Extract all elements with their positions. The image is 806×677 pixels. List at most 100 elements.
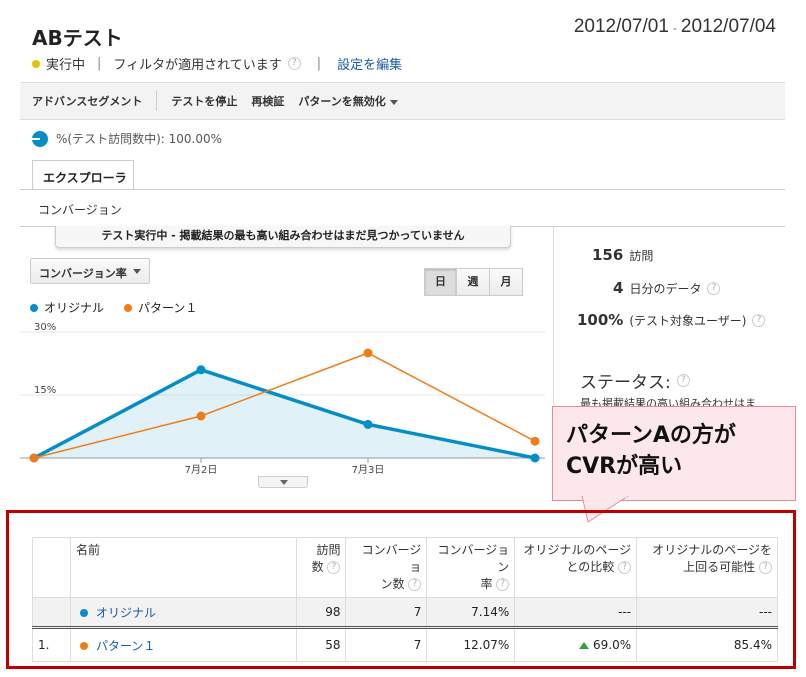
- col-compare-label-1: オリジナルのページ: [523, 543, 632, 557]
- metric-select[interactable]: コンバージョン率: [30, 258, 150, 284]
- col-visits[interactable]: 訪問数 ?: [295, 537, 347, 598]
- date-range[interactable]: 2012/07/01-2012/07/04: [574, 16, 776, 38]
- status-separator-2: |: [316, 56, 322, 71]
- col-conv-rate-label-2: 率: [480, 577, 493, 591]
- chevron-down-icon: [389, 99, 398, 105]
- stat-coverage-label: (テスト対象ユーザー): [629, 313, 747, 328]
- test-status-line: 実行中 | フィルタが適用されています ? | 設定を編集: [32, 54, 402, 73]
- data-point: [29, 453, 39, 463]
- status-heading: ステータス: ?: [580, 368, 690, 393]
- conversion-section-label[interactable]: コンバージョン: [38, 201, 122, 218]
- x-tick-label: 7月2日: [185, 464, 218, 476]
- filter-notice: フィルタが適用されています: [113, 58, 282, 73]
- row-visits: 58: [295, 626, 347, 662]
- period-month-button[interactable]: 月: [489, 268, 523, 296]
- row-conversions: 7: [345, 626, 428, 662]
- date-start: 2012/07/01: [573, 16, 669, 37]
- col-compare[interactable]: オリジナルのページとの比較 ?: [514, 537, 638, 598]
- data-point: [363, 348, 373, 358]
- original-link[interactable]: オリジナル: [96, 606, 156, 620]
- row-compare: 69.0%: [514, 626, 638, 662]
- pattern1-marker: [79, 641, 88, 650]
- help-icon[interactable]: ?: [752, 313, 766, 327]
- period-week-button[interactable]: 週: [456, 268, 490, 296]
- col-name[interactable]: 名前: [69, 537, 297, 598]
- stop-test-button[interactable]: テストを停止: [171, 93, 237, 109]
- col-conv-rate-label-1: コンバージョン: [437, 543, 510, 574]
- legend-pattern1-label[interactable]: パターン１: [138, 299, 197, 316]
- status-heading-text: ステータス:: [580, 373, 671, 393]
- chart-collapse-toggle[interactable]: [258, 476, 308, 488]
- tab-divider: [20, 189, 785, 190]
- tab-explorer[interactable]: エクスプローラ: [32, 160, 134, 190]
- status-separator: |: [97, 56, 102, 71]
- toolbar-divider: [156, 91, 158, 111]
- revalidate-button[interactable]: 再検証: [251, 93, 284, 109]
- row-probability: ---: [636, 597, 778, 628]
- advanced-segments-button[interactable]: アドバンスセグメント: [32, 93, 142, 109]
- help-icon[interactable]: ?: [759, 561, 772, 574]
- help-icon[interactable]: ?: [327, 561, 341, 574]
- col-visits-label-1: 訪問: [316, 543, 341, 557]
- pattern1-link[interactable]: パターン１: [96, 639, 155, 653]
- col-compare-label-2: との比較: [566, 560, 615, 574]
- visits-share-text: %(テスト訪問数中): 100.00%: [56, 132, 223, 146]
- stat-days: 4 日分のデータ ?: [613, 279, 721, 297]
- y-tick-label: 30%: [34, 322, 56, 333]
- chevron-down-icon: [133, 269, 141, 274]
- row-index: 1.: [32, 626, 71, 662]
- row-index: [32, 597, 71, 628]
- row-conversions: 7: [345, 597, 428, 628]
- col-probability-label-1: オリジナルのページを: [652, 543, 772, 557]
- status-dot-icon: [32, 59, 40, 68]
- row-conv-rate: 7.14%: [426, 597, 516, 628]
- col-conv-rate[interactable]: コンバージョン率 ?: [426, 537, 516, 598]
- test-status: 実行中: [46, 58, 86, 73]
- col-index: [32, 537, 71, 598]
- col-conversions[interactable]: コンバージョン数 ?: [345, 537, 428, 598]
- stat-days-value: 4: [613, 279, 624, 297]
- help-icon[interactable]: ?: [676, 374, 690, 387]
- col-conversions-label-2: ン数: [380, 577, 405, 591]
- page-title: ABテスト: [32, 26, 123, 50]
- visits-share: %(テスト訪問数中): 100.00%: [32, 130, 222, 147]
- row-name: オリジナル: [69, 597, 297, 628]
- table-row-original: オリジナル 98 7 7.14% --- ---: [32, 597, 778, 628]
- disable-pattern-label: パターンを無効化: [298, 95, 386, 108]
- annotation-text: パターンAの方が CVRが高い: [566, 420, 736, 482]
- series-area-0: [34, 369, 535, 458]
- disable-pattern-dropdown[interactable]: パターンを無効化: [298, 93, 398, 109]
- data-point: [196, 365, 206, 375]
- col-probability[interactable]: オリジナルのページを 上回る可能性 ?: [636, 537, 778, 598]
- data-point: [363, 419, 373, 429]
- col-visits-label-2: 数: [311, 560, 324, 574]
- edit-settings-link[interactable]: 設定を編集: [337, 54, 402, 73]
- row-name: パターン１: [69, 626, 297, 662]
- row-conv-rate: 12.07%: [426, 626, 516, 662]
- annotation-line-2: CVRが高い: [566, 454, 683, 479]
- stat-coverage: 100% (テスト対象ユーザー) ?: [577, 311, 766, 329]
- help-icon[interactable]: ?: [618, 561, 632, 574]
- data-point: [530, 453, 540, 463]
- col-conversions-label-1: コンバージョ: [361, 543, 422, 574]
- row-probability: 85.4%: [636, 626, 778, 662]
- stat-visits-value: 156: [592, 246, 624, 264]
- help-icon[interactable]: ?: [287, 57, 301, 70]
- table-row-pattern1: 1. パターン１ 58 7 12.07% 69.0% 85.4%: [32, 626, 778, 662]
- date-separator: -: [672, 21, 677, 35]
- help-icon[interactable]: ?: [707, 281, 721, 295]
- row-visits: 98: [295, 597, 347, 628]
- legend-original-marker: [30, 303, 38, 312]
- stat-coverage-value: 100%: [577, 311, 624, 329]
- original-marker: [79, 608, 88, 617]
- metric-select-label: コンバージョン率: [39, 267, 127, 280]
- help-icon[interactable]: ?: [408, 578, 422, 591]
- help-icon[interactable]: ?: [496, 578, 510, 591]
- x-tick-label: 7月3日: [352, 464, 385, 476]
- y-tick-label: 15%: [34, 385, 56, 396]
- stat-days-label: 日分のデータ: [629, 281, 702, 296]
- period-day-button[interactable]: 日: [424, 268, 457, 296]
- conversion-rate-chart: 30% 15% 7月2日 7月3日: [20, 322, 545, 476]
- legend-original-label[interactable]: オリジナル: [44, 299, 104, 316]
- action-toolbar: アドバンスセグメント テストを停止 再検証 パターンを無効化: [20, 82, 785, 120]
